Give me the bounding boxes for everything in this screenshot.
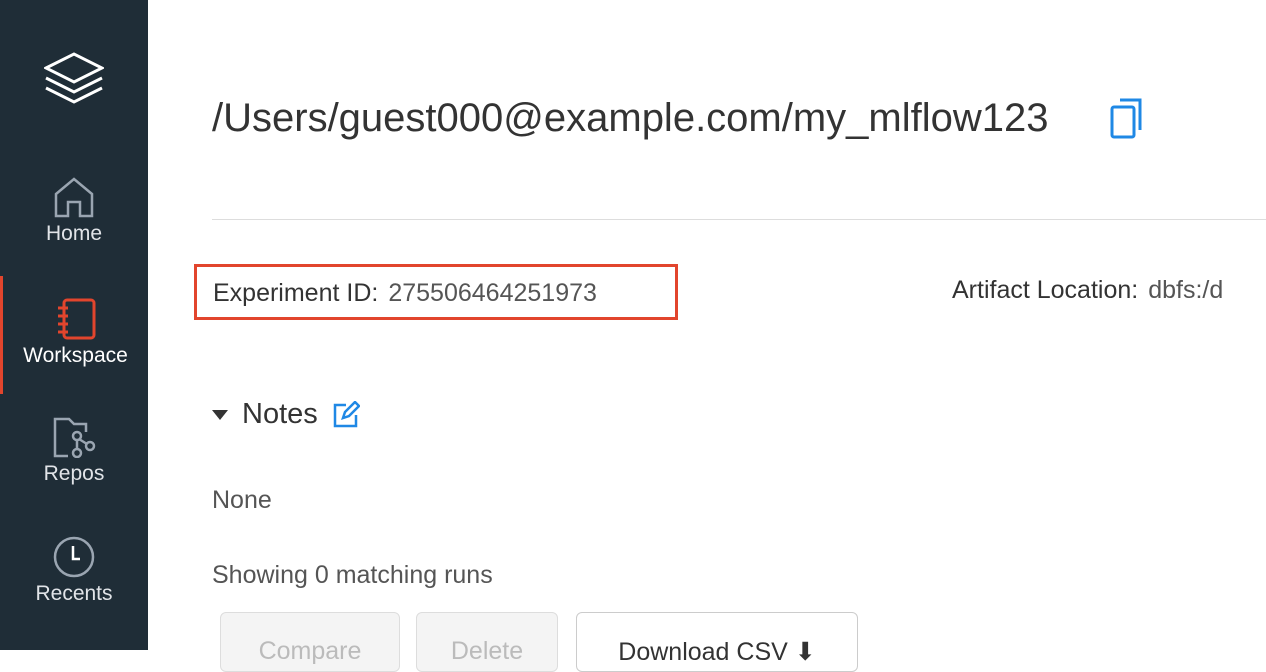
artifact-location-label: Artifact Location: bbox=[952, 276, 1139, 304]
download-csv-label: Download CSV bbox=[618, 638, 788, 666]
delete-button[interactable]: Delete bbox=[416, 612, 558, 672]
notebook-icon bbox=[57, 298, 95, 340]
compare-button[interactable]: Compare bbox=[220, 612, 400, 672]
copy-icon[interactable] bbox=[1110, 97, 1144, 139]
sidebar-item-label: Recents bbox=[35, 582, 113, 605]
artifact-location: Artifact Location: dbfs:/d bbox=[952, 276, 1223, 305]
sidebar-item-recents[interactable]: Recents bbox=[0, 536, 148, 656]
experiment-id-label: Experiment ID: bbox=[213, 279, 379, 307]
download-icon: ⬇ bbox=[787, 638, 816, 666]
divider bbox=[212, 219, 1266, 220]
sidebar-item-repos[interactable]: Repos bbox=[0, 416, 148, 536]
edit-icon[interactable] bbox=[332, 400, 360, 429]
sidebar-item-workspace[interactable]: Workspace bbox=[0, 276, 148, 394]
home-icon bbox=[54, 177, 94, 218]
notes-section-header[interactable]: Notes bbox=[212, 398, 360, 431]
sidebar-item-label: Repos bbox=[43, 462, 105, 485]
databricks-logo-icon[interactable] bbox=[44, 50, 104, 110]
sidebar-item-label: Workspace bbox=[23, 344, 128, 367]
notes-content: None bbox=[212, 486, 272, 514]
sidebar: Home Workspace Repos Recents bbox=[0, 0, 148, 650]
page-title: /Users/guest000@example.com/my_mlflow123 bbox=[212, 96, 1049, 140]
download-csv-button[interactable]: Download CSV ⬇ bbox=[576, 612, 858, 672]
caret-down-icon[interactable] bbox=[212, 409, 228, 420]
experiment-id-value: 275506464251973 bbox=[388, 279, 597, 307]
repos-folder-icon bbox=[53, 417, 96, 458]
notes-title: Notes bbox=[242, 398, 318, 430]
clock-icon bbox=[53, 536, 95, 578]
runs-count: Showing 0 matching runs bbox=[212, 561, 493, 589]
artifact-location-value: dbfs:/d bbox=[1148, 276, 1224, 304]
sidebar-item-label: Home bbox=[45, 222, 103, 245]
experiment-id-box: Experiment ID: 275506464251973 bbox=[194, 264, 678, 320]
